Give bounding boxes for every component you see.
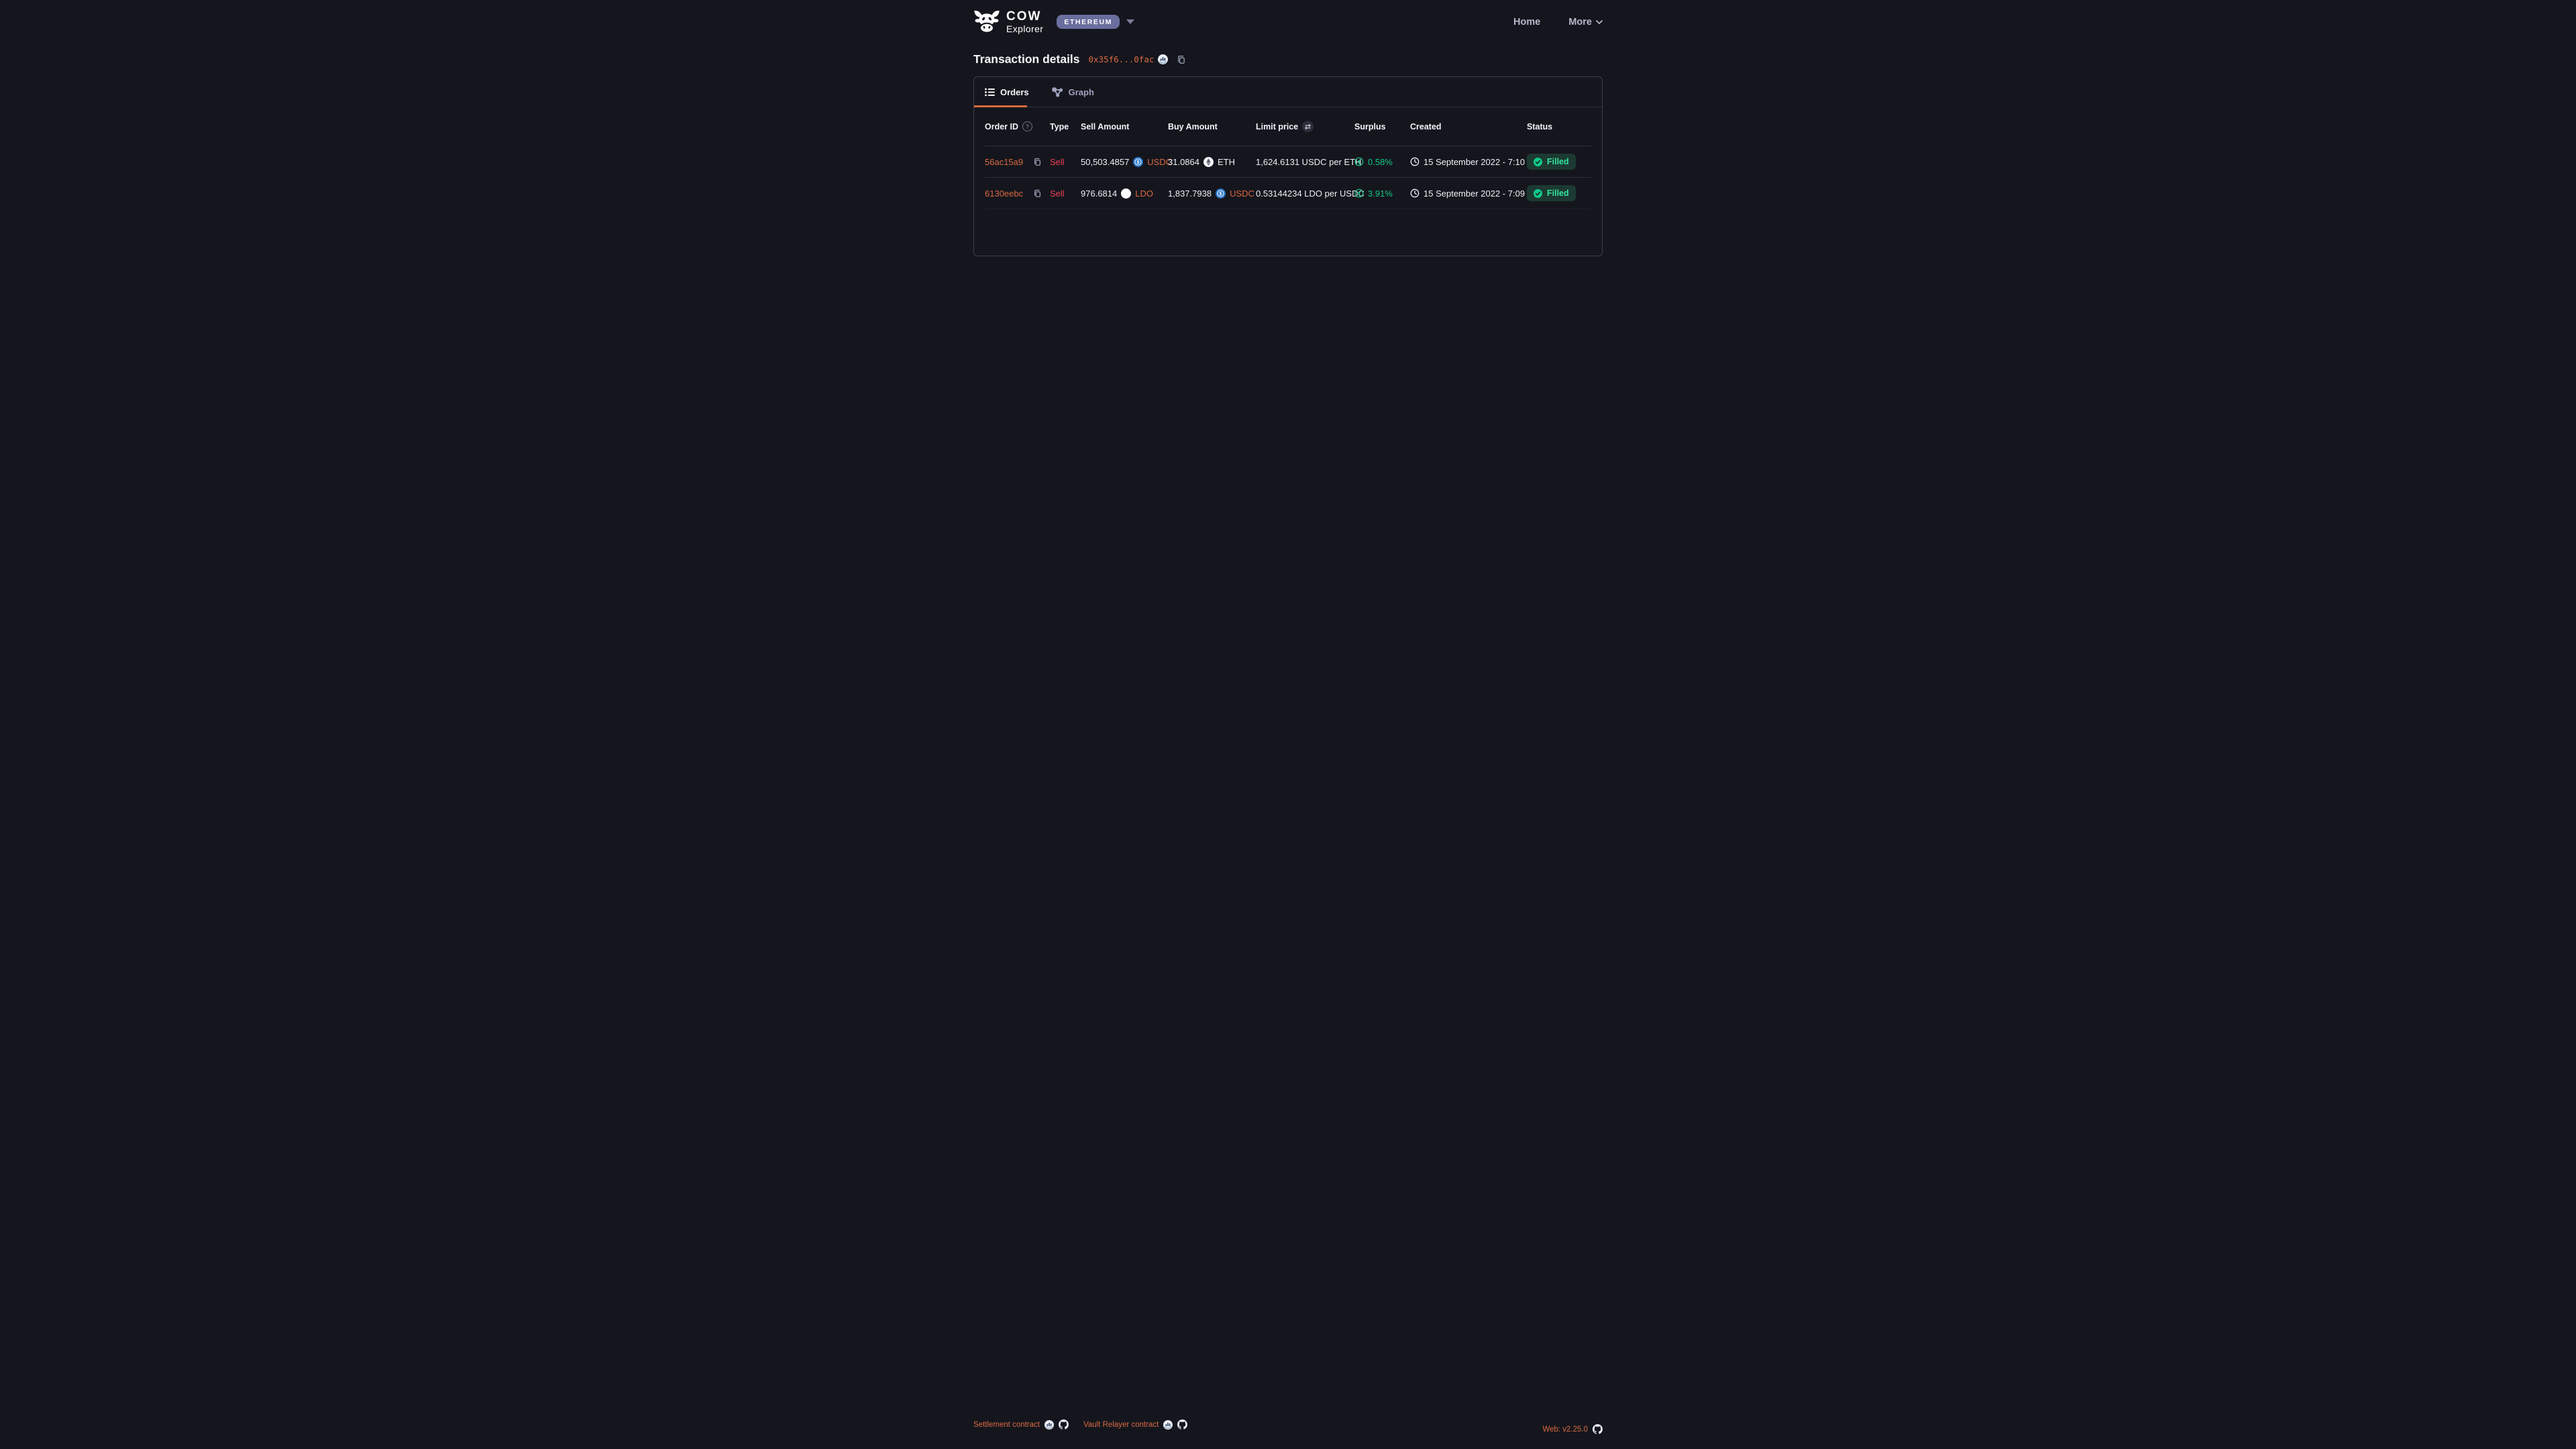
col-buy-amount: Buy Amount [1168, 122, 1218, 131]
nav-more[interactable]: More [1568, 17, 1603, 28]
col-order-id: Order ID [985, 122, 1018, 131]
table-row: 6130eebc Sell 976.6814 LDO 1 [985, 178, 1591, 209]
site-footer: Settlement contract Vault Relayer contra… [973, 1419, 1603, 1449]
tab-graph[interactable]: Graph [1052, 87, 1094, 97]
copy-icon[interactable] [1033, 189, 1042, 198]
order-id-link[interactable]: 56ac15a9 [985, 157, 1023, 167]
tab-orders-label: Orders [1000, 87, 1029, 97]
buy-amount-value: 1,837.7938 [1168, 189, 1212, 199]
usdc-token-icon [1216, 189, 1226, 199]
github-icon[interactable] [1059, 1419, 1069, 1430]
order-id-link[interactable]: 6130eebc [985, 189, 1023, 199]
col-sell-amount: Sell Amount [1081, 122, 1129, 131]
active-tab-indicator [974, 105, 1027, 107]
brand-product: Explorer [1006, 24, 1043, 34]
nav-more-label: More [1568, 17, 1592, 28]
vault-relayer-contract-group: Vault Relayer contract [1083, 1419, 1187, 1430]
cow-logo-icon [973, 9, 1000, 34]
limit-price-value: 0.53144234 LDO per USDC [1256, 189, 1364, 199]
tx-hash-link[interactable]: 0x35f6...0fac [1089, 54, 1155, 64]
surplus-value: 3.91% [1368, 189, 1393, 199]
surplus-up-icon [1354, 189, 1364, 198]
etherscan-icon[interactable] [1163, 1420, 1173, 1430]
col-surplus: Surplus [1354, 122, 1386, 131]
col-limit-price: Limit price [1256, 122, 1298, 131]
status-label: Filled [1547, 189, 1569, 198]
check-icon [1534, 189, 1542, 198]
brand-wordmark: COW Explorer [1006, 10, 1043, 34]
check-icon [1534, 158, 1542, 166]
title-row: Transaction details 0x35f6...0fac [973, 52, 1603, 66]
network-selector[interactable]: ETHEREUM [1057, 15, 1134, 29]
settlement-contract-link[interactable]: Settlement contract [973, 1421, 1040, 1429]
buy-token-link[interactable]: USDC [1230, 189, 1254, 199]
github-icon[interactable] [1593, 1424, 1603, 1434]
eth-token-icon [1203, 157, 1214, 167]
tab-bar: Orders Graph [974, 77, 1602, 107]
transaction-card: Orders Graph Order ID ? [973, 76, 1603, 256]
main-nav: Home More [1513, 17, 1603, 28]
surplus-value: 0.58% [1368, 157, 1393, 167]
created-value: 15 September 2022 - 7:09 AM [1424, 189, 1540, 199]
sell-amount-value: 50,503.4857 [1081, 157, 1129, 167]
caret-down-icon [1126, 19, 1134, 24]
status-badge: Filled [1527, 185, 1576, 201]
copy-icon[interactable] [1033, 158, 1042, 166]
order-type: Sell [1050, 189, 1065, 199]
sell-token-link[interactable]: LDO [1135, 189, 1153, 199]
surplus-up-icon [1354, 157, 1364, 166]
page-title: Transaction details [973, 52, 1080, 66]
nav-home[interactable]: Home [1513, 17, 1540, 28]
ldo-token-icon [1121, 189, 1131, 199]
version-group: Web: v2.25.0 [1542, 1424, 1603, 1434]
brand-name: COW [1006, 10, 1043, 23]
created-value: 15 September 2022 - 7:10 AM [1424, 157, 1540, 167]
etherscan-icon[interactable] [1044, 1420, 1054, 1430]
buy-token-label: ETH [1218, 157, 1235, 167]
vault-relayer-contract-link[interactable]: Vault Relayer contract [1083, 1421, 1159, 1429]
orders-table: Order ID ? Type Sell Amount Buy Amount L… [985, 107, 1591, 209]
order-type: Sell [1050, 157, 1065, 167]
table-header-row: Order ID ? Type Sell Amount Buy Amount L… [985, 107, 1591, 146]
col-created: Created [1410, 122, 1442, 131]
clock-icon [1410, 157, 1419, 166]
buy-amount-value: 31.0864 [1168, 157, 1199, 167]
brand-logo[interactable]: COW Explorer [973, 9, 1043, 34]
github-icon[interactable] [1177, 1419, 1187, 1430]
graph-icon [1052, 87, 1063, 97]
settlement-contract-group: Settlement contract [973, 1419, 1069, 1430]
status-label: Filled [1547, 157, 1569, 166]
chevron-down-icon [1596, 20, 1603, 24]
page: COW Explorer ETHEREUM Home More Transact… [973, 0, 1603, 1449]
site-header: COW Explorer ETHEREUM Home More [973, 0, 1603, 34]
status-badge: Filled [1527, 154, 1576, 170]
usdc-token-icon [1133, 157, 1143, 167]
sell-amount-value: 976.6814 [1081, 189, 1117, 199]
col-type: Type [1050, 122, 1069, 131]
etherscan-icon[interactable] [1158, 54, 1168, 64]
clock-icon [1410, 189, 1419, 198]
question-icon[interactable]: ? [1022, 121, 1032, 131]
table-row: 56ac15a9 Sell 50,503.4857 USDC [985, 146, 1591, 178]
web-version-link[interactable]: Web: v2.25.0 [1542, 1426, 1588, 1434]
tab-graph-label: Graph [1069, 87, 1094, 97]
col-status: Status [1527, 122, 1552, 131]
network-badge[interactable]: ETHEREUM [1057, 15, 1120, 29]
swap-icon[interactable] [1302, 121, 1313, 132]
list-icon [985, 88, 995, 97]
limit-price-value: 1,624.6131 USDC per ETH [1256, 157, 1362, 167]
tab-orders[interactable]: Orders [985, 87, 1029, 97]
copy-icon[interactable] [1177, 55, 1186, 64]
